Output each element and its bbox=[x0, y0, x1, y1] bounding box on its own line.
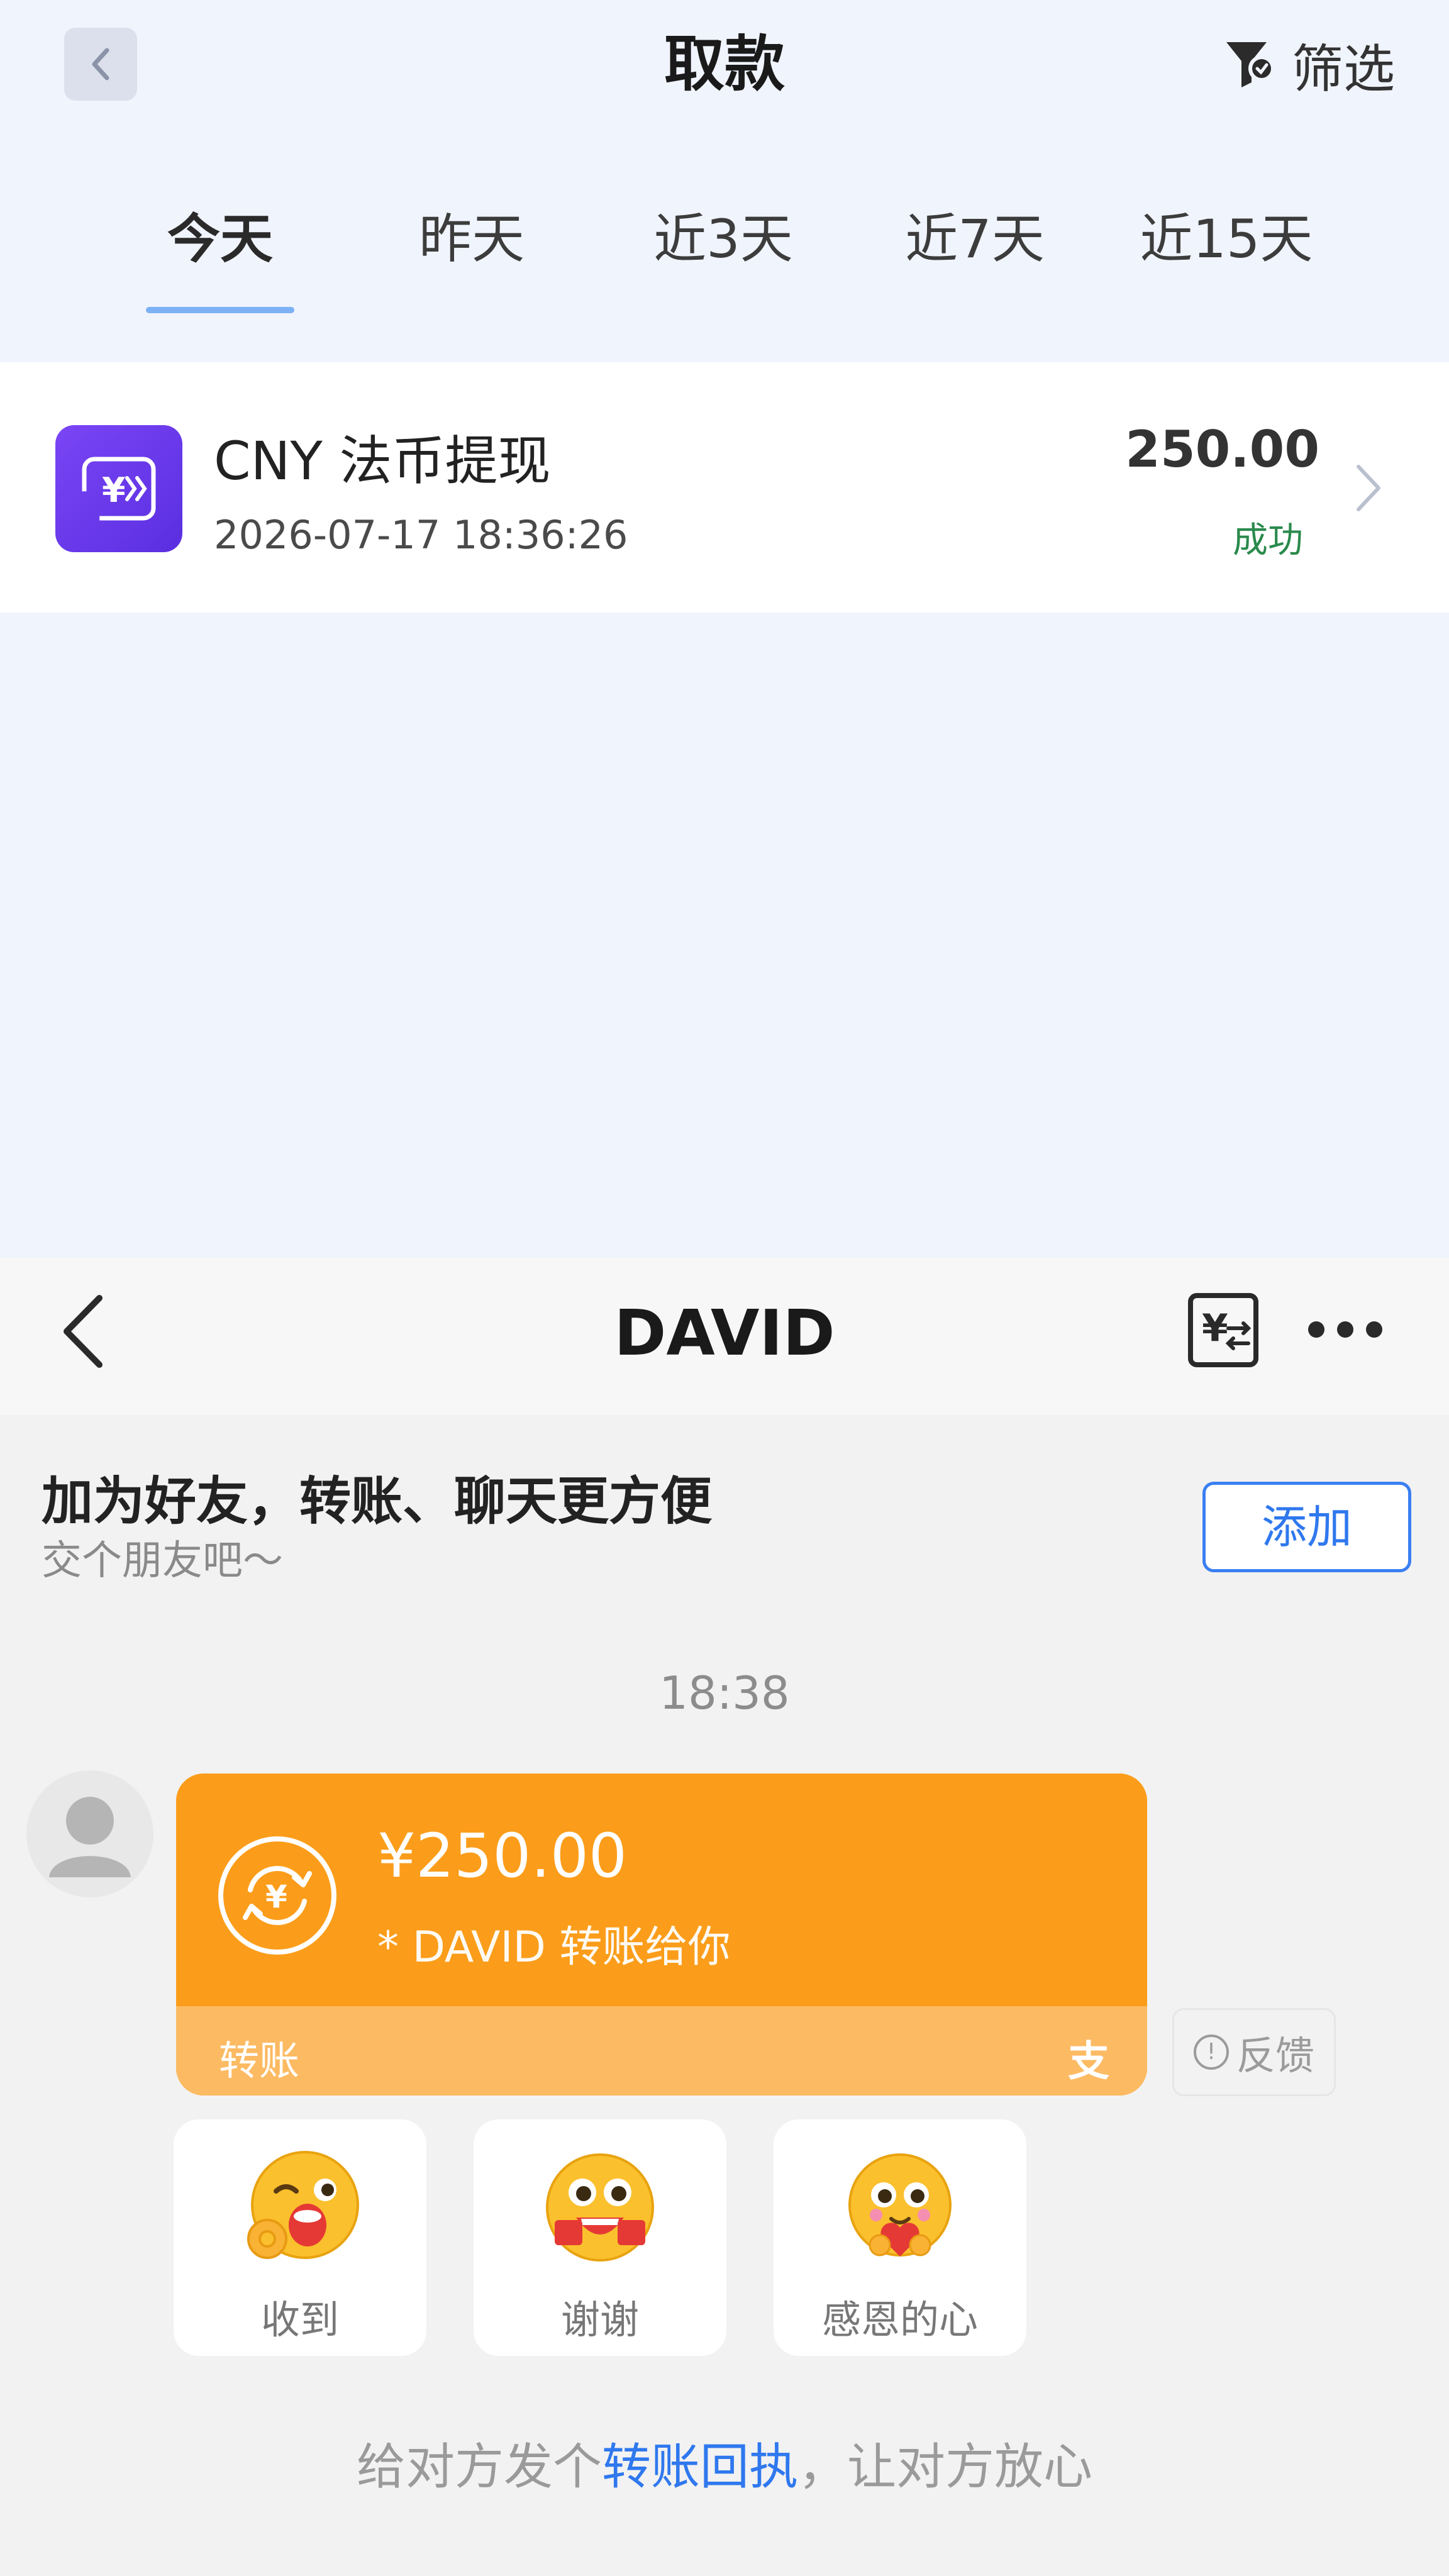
more-options-icon[interactable] bbox=[1308, 1317, 1384, 1342]
tab-today[interactable]: 今天 bbox=[138, 195, 302, 283]
add-friend-subtitle: 交个朋友吧～ bbox=[42, 1538, 283, 1584]
ok-hand-emoji-icon bbox=[247, 2151, 359, 2259]
transfer-message-card[interactable]: ¥ ¥250.00 * DAVID 转账给你 转账 支 bbox=[176, 1774, 1147, 2096]
tab-yesterday[interactable]: 昨天 bbox=[390, 195, 553, 283]
record-time: 2026-07-17 18:36:26 bbox=[214, 512, 628, 558]
transfer-exchange-icon: ¥ bbox=[218, 1836, 336, 1955]
add-friend-banner: 加为好友，转账、聊天更方便 交个朋友吧～ 添加 bbox=[0, 1415, 1449, 1597]
thanks-emoji-icon bbox=[546, 2153, 654, 2262]
avatar[interactable] bbox=[26, 1770, 153, 1897]
grateful-heart-emoji-icon bbox=[848, 2153, 952, 2257]
yuan-transfer-icon: ¥ bbox=[55, 425, 182, 552]
transfer-receipt-prompt: 给对方发个转账回执，让对方放心 bbox=[0, 2428, 1449, 2498]
filter-button[interactable]: 筛选 bbox=[1223, 28, 1395, 101]
withdraw-record-row[interactable]: ¥ CNY 法币提现 2026-07-17 18:36:26 250.00 成功 bbox=[0, 362, 1449, 613]
svg-text:¥: ¥ bbox=[102, 470, 126, 510]
transfer-description: * DAVID 转账给你 bbox=[377, 1923, 731, 1972]
date-tabs: 今天 昨天 近3天 近7天 近15天 bbox=[0, 195, 1449, 321]
quick-reply-label: 收到 bbox=[260, 2297, 339, 2343]
quick-reply-label: 感恩的心 bbox=[821, 2297, 978, 2343]
quick-reply-grateful[interactable]: 感恩的心 bbox=[774, 2119, 1026, 2356]
alipay-logo-icon: 支 bbox=[1068, 2037, 1109, 2085]
record-amount: 250.00 bbox=[1125, 420, 1319, 479]
tab-last-15-days[interactable]: 近15天 bbox=[1119, 195, 1333, 283]
transfer-card-footer: 转账 支 bbox=[176, 2006, 1147, 2096]
add-friend-title: 加为好友，转账、聊天更方便 bbox=[42, 1472, 713, 1531]
message-timestamp: 18:38 bbox=[659, 1667, 790, 1719]
quick-reply-thanks[interactable]: 谢谢 bbox=[474, 2119, 726, 2356]
filter-label: 筛选 bbox=[1291, 39, 1395, 99]
feedback-label: 反馈 bbox=[1236, 2033, 1314, 2079]
tab-active-indicator bbox=[146, 307, 294, 313]
feedback-button[interactable]: ! 反馈 bbox=[1172, 2008, 1336, 2096]
money-transfer-icon[interactable]: ¥ bbox=[1185, 1289, 1261, 1371]
chat-page: DAVID ¥ 加为好友，转账、聊天更方便 交个朋友吧～ 添加 18:38 ¥ … bbox=[0, 1258, 1449, 2576]
tab-last-7-days[interactable]: 近7天 bbox=[880, 195, 1069, 283]
svg-text:¥: ¥ bbox=[1202, 1306, 1228, 1350]
transfer-card-body: ¥ ¥250.00 * DAVID 转账给你 bbox=[176, 1774, 1147, 2006]
quick-reply-label: 谢谢 bbox=[560, 2297, 639, 2343]
status-badge: 成功 bbox=[1233, 520, 1303, 561]
svg-text:¥: ¥ bbox=[265, 1879, 287, 1915]
transfer-receipt-link[interactable]: 转账回执 bbox=[602, 2439, 798, 2496]
quick-reply-received[interactable]: 收到 bbox=[174, 2119, 426, 2356]
transfer-label: 转账 bbox=[219, 2038, 299, 2085]
receipt-prefix: 给对方发个 bbox=[356, 2439, 602, 2496]
filter-icon bbox=[1226, 42, 1275, 87]
record-title: CNY 法币提现 bbox=[214, 430, 551, 492]
withdraw-page: 取款 筛选 今天 昨天 近3天 近7天 近15天 ¥ CNY 法币提现 2026… bbox=[0, 0, 1449, 1258]
chat-header: DAVID ¥ bbox=[0, 1258, 1449, 1415]
transfer-amount: ¥250.00 bbox=[377, 1821, 627, 1891]
add-friend-button[interactable]: 添加 bbox=[1202, 1482, 1411, 1572]
tab-last-3-days[interactable]: 近3天 bbox=[629, 195, 818, 283]
receipt-suffix: ，让对方放心 bbox=[798, 2439, 1093, 2496]
default-avatar-icon bbox=[49, 1797, 131, 1877]
info-icon: ! bbox=[1193, 2035, 1229, 2070]
chevron-right-icon bbox=[1357, 465, 1380, 511]
